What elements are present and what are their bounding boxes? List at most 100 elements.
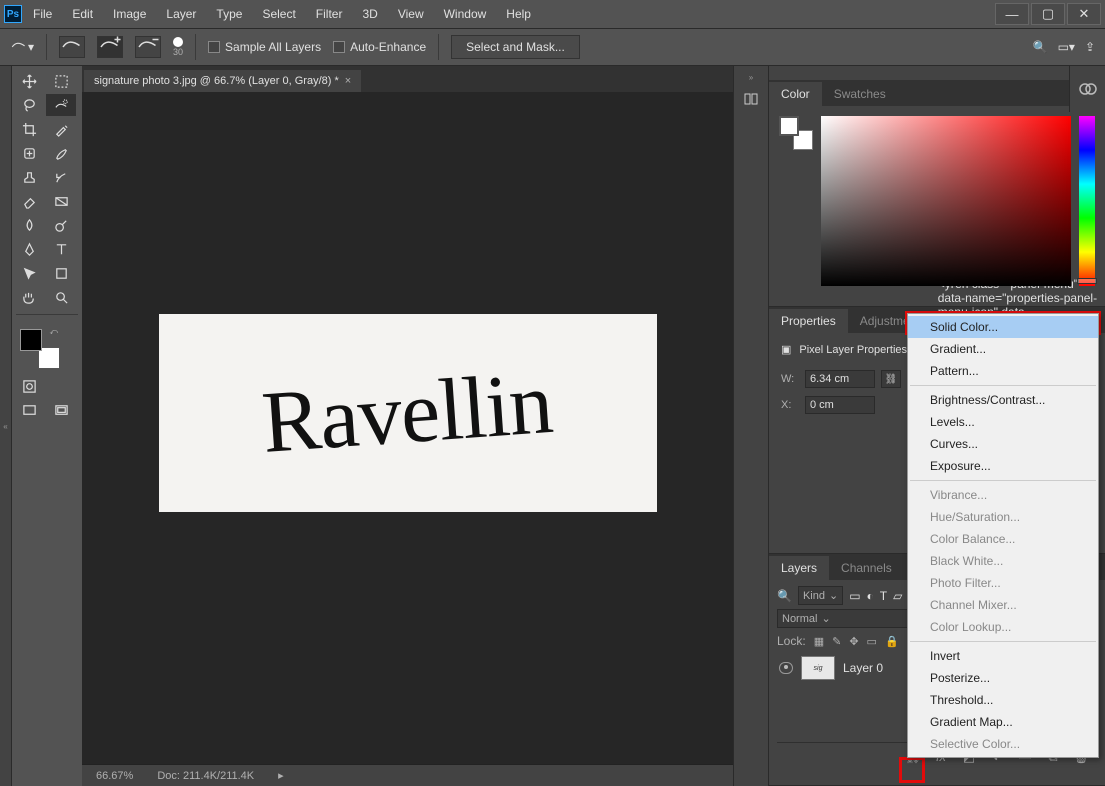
menu-pattern[interactable]: Pattern...: [908, 360, 1098, 382]
menu-hue-saturation[interactable]: Hue/Saturation...: [908, 506, 1098, 528]
search-icon[interactable]: 🔍: [1033, 40, 1048, 54]
layer-thumbnail[interactable]: sig: [801, 656, 835, 680]
menu-selective-color[interactable]: Selective Color...: [908, 733, 1098, 755]
hand-tool-icon[interactable]: [14, 286, 44, 308]
link-wh-icon[interactable]: ⛓: [881, 370, 901, 388]
share-icon[interactable]: ⇪: [1085, 40, 1095, 54]
layer-name[interactable]: Layer 0: [843, 661, 883, 675]
lock-brush-icon[interactable]: ✎: [832, 635, 841, 648]
menu-invert[interactable]: Invert: [908, 645, 1098, 667]
color-panel-fg-swatch[interactable]: [779, 116, 799, 136]
menu-curves[interactable]: Curves...: [908, 433, 1098, 455]
menu-threshold[interactable]: Threshold...: [908, 689, 1098, 711]
screen-mode-icon[interactable]: [14, 399, 44, 421]
shape-tool-icon[interactable]: [46, 262, 76, 284]
menu-color-lookup[interactable]: Color Lookup...: [908, 616, 1098, 638]
lock-all-icon[interactable]: 🔒: [885, 635, 899, 648]
menu-file[interactable]: File: [24, 3, 61, 25]
menu-exposure[interactable]: Exposure...: [908, 455, 1098, 477]
menu-gradient-map[interactable]: Gradient Map...: [908, 711, 1098, 733]
hue-slider[interactable]: [1079, 116, 1095, 286]
filter-pixel-icon[interactable]: ▭: [849, 589, 860, 603]
menu-select[interactable]: Select: [253, 3, 304, 25]
menu-layer[interactable]: Layer: [157, 3, 205, 25]
crop-tool-icon[interactable]: [14, 118, 44, 140]
quick-selection-tool-icon[interactable]: [46, 94, 76, 116]
minimize-button[interactable]: —: [995, 3, 1029, 25]
layer-filter-kind[interactable]: Kind⌄: [798, 586, 843, 605]
select-and-mask-button[interactable]: Select and Mask...: [451, 35, 580, 59]
gradient-tool-icon[interactable]: [46, 190, 76, 212]
brush-tool-icon[interactable]: [46, 142, 76, 164]
zoom-level[interactable]: 66.67%: [96, 770, 133, 782]
menu-solid-color[interactable]: Solid Color...: [908, 316, 1098, 338]
subtract-selection-icon[interactable]: [135, 36, 161, 58]
add-selection-icon[interactable]: [97, 36, 123, 58]
layers-tab[interactable]: Layers: [769, 556, 829, 580]
menu-image[interactable]: Image: [104, 3, 155, 25]
color-tab[interactable]: Color: [769, 82, 822, 106]
lock-artboard-icon[interactable]: ▭: [867, 635, 877, 648]
collapse-strip-icon[interactable]: »: [734, 70, 768, 84]
properties-tab[interactable]: Properties: [769, 309, 848, 333]
screen-mode-alt-icon[interactable]: [46, 399, 76, 421]
eraser-tool-icon[interactable]: [14, 190, 44, 212]
move-tool-icon[interactable]: [14, 70, 44, 92]
menu-black-white[interactable]: Black White...: [908, 550, 1098, 572]
status-arrow-icon[interactable]: ▸: [278, 769, 284, 782]
menu-vibrance[interactable]: Vibrance...: [908, 484, 1098, 506]
maximize-button[interactable]: ▢: [1031, 3, 1065, 25]
menu-color-balance[interactable]: Color Balance...: [908, 528, 1098, 550]
menu-type[interactable]: Type: [207, 3, 251, 25]
collapse-panels-icon[interactable]: »: [769, 66, 1105, 80]
foreground-color-swatch[interactable]: [20, 329, 42, 351]
menu-channel-mixer[interactable]: Channel Mixer...: [908, 594, 1098, 616]
type-tool-icon[interactable]: [46, 238, 76, 260]
current-tool-icon[interactable]: ▾: [10, 37, 34, 57]
zoom-tool-icon[interactable]: [46, 286, 76, 308]
eyedropper-tool-icon[interactable]: [46, 118, 76, 140]
swap-colors-icon[interactable]: ⤺: [49, 327, 58, 337]
menu-posterize[interactable]: Posterize...: [908, 667, 1098, 689]
width-input[interactable]: [805, 370, 875, 388]
menu-window[interactable]: Window: [435, 3, 496, 25]
filter-shape-icon[interactable]: ▱: [893, 589, 902, 603]
stamp-tool-icon[interactable]: [14, 166, 44, 188]
brush-size-preview[interactable]: 30: [173, 37, 183, 57]
menu-edit[interactable]: Edit: [63, 3, 102, 25]
lasso-tool-icon[interactable]: [14, 94, 44, 116]
menu-brightness-contrast[interactable]: Brightness/Contrast...: [908, 389, 1098, 411]
healing-tool-icon[interactable]: [14, 142, 44, 164]
marquee-tool-icon[interactable]: [46, 70, 76, 92]
collapse-tools-icon[interactable]: «: [0, 66, 12, 786]
filter-type-icon[interactable]: T: [880, 589, 887, 603]
close-tab-icon[interactable]: ×: [345, 75, 351, 87]
swatches-tab[interactable]: Swatches: [822, 82, 898, 106]
menu-levels[interactable]: Levels...: [908, 411, 1098, 433]
history-brush-tool-icon[interactable]: [46, 166, 76, 188]
layer-visibility-icon[interactable]: [779, 662, 793, 674]
menu-gradient[interactable]: Gradient...: [908, 338, 1098, 360]
filter-adjust-icon[interactable]: ◐: [867, 589, 874, 603]
menu-help[interactable]: Help: [497, 3, 540, 25]
channels-tab[interactable]: Channels: [829, 556, 904, 580]
path-selection-tool-icon[interactable]: [14, 262, 44, 284]
x-input[interactable]: [805, 396, 875, 414]
close-button[interactable]: ✕: [1067, 3, 1101, 25]
menu-3d[interactable]: 3D: [353, 3, 386, 25]
menu-filter[interactable]: Filter: [307, 3, 352, 25]
saturation-box[interactable]: [821, 116, 1071, 286]
blur-tool-icon[interactable]: [14, 214, 44, 236]
menu-view[interactable]: View: [389, 3, 433, 25]
foreground-background-colors[interactable]: ⤺: [20, 329, 60, 369]
history-panel-icon[interactable]: [734, 84, 768, 114]
quick-mask-icon[interactable]: [14, 375, 44, 397]
canvas-viewport[interactable]: Ravellin: [82, 92, 733, 764]
sample-all-layers-checkbox[interactable]: Sample All Layers: [208, 40, 321, 54]
dodge-tool-icon[interactable]: [46, 214, 76, 236]
lock-pixels-icon[interactable]: ▦: [814, 635, 824, 648]
lock-position-icon[interactable]: ✥: [849, 635, 858, 648]
workspace-switcher-icon[interactable]: ▭▾: [1058, 40, 1075, 54]
menu-photo-filter[interactable]: Photo Filter...: [908, 572, 1098, 594]
color-panel-fgbg[interactable]: [779, 116, 813, 150]
